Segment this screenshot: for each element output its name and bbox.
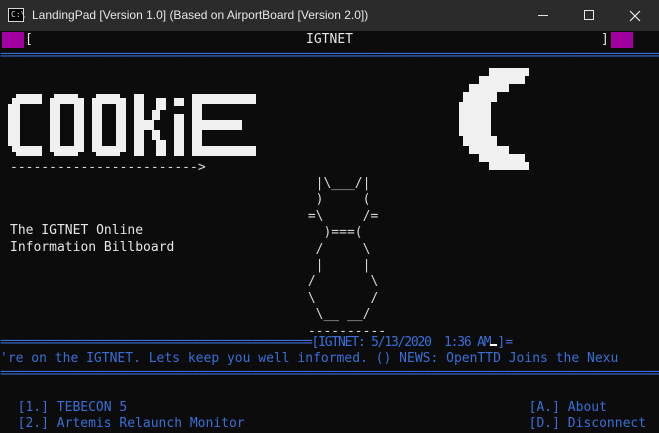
- description-line-1: The IGTNET Online: [10, 223, 144, 238]
- window-title: LandingPad [Version 1.0] (Based on Airpo…: [32, 8, 369, 22]
- crescent-moon-icon: [459, 68, 529, 170]
- menu-item-artemis[interactable]: [2.] Artemis Relaunch Monitor: [2, 400, 245, 432]
- menu-key: [D.]: [528, 416, 560, 431]
- logo-underline: ------------------------>: [10, 160, 206, 175]
- cookie-logo: [8, 94, 256, 156]
- menu-label: Disconnect: [567, 416, 647, 431]
- minimize-button[interactable]: [520, 0, 566, 31]
- menu-key: [2.]: [17, 416, 49, 431]
- status-datetime: ========================================…: [0, 335, 492, 350]
- maximize-icon: [584, 10, 594, 20]
- header-bracket-right: ]: [601, 32, 609, 47]
- status-rule: ========================================…: [0, 335, 659, 351]
- menu-item-disconnect[interactable]: [D.] Disconnect: [513, 400, 646, 432]
- header-accent-right: [611, 32, 633, 48]
- cat-ascii-art: |\___/| ) ( =\ /= )===( / \ | | / \ \ / …: [307, 176, 387, 339]
- bottom-rule: ========================================…: [0, 366, 659, 381]
- minimize-icon: [538, 15, 548, 16]
- console-icon: C:\: [8, 8, 25, 22]
- close-button[interactable]: [612, 0, 658, 31]
- close-icon: [629, 10, 641, 22]
- header-bar: [ IGTNET ]: [0, 31, 659, 48]
- billboard-description: The IGTNET Online Information Billboard: [10, 222, 174, 256]
- description-line-2: Information Billboard: [10, 240, 175, 255]
- header-title: IGTNET: [306, 32, 353, 47]
- maximize-button[interactable]: [566, 0, 612, 31]
- title-bar[interactable]: C:\ LandingPad [Version 1.0] (Based on A…: [0, 0, 659, 31]
- status-rule-end: ]=: [497, 335, 514, 350]
- news-ticker: 're on the IGTNET. Lets keep you well in…: [0, 351, 619, 366]
- menu-label: Artemis Relaunch Monitor: [56, 416, 245, 431]
- top-rule: ========================================…: [0, 48, 659, 63]
